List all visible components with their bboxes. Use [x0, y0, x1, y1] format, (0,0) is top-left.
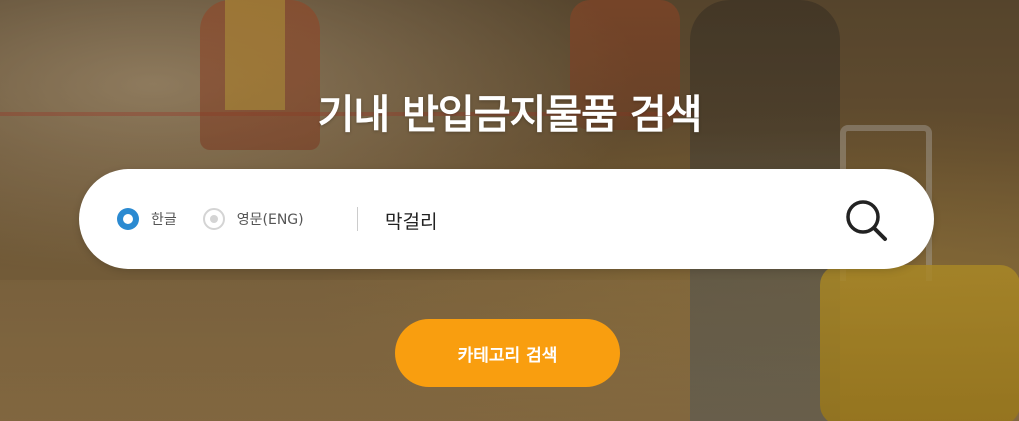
category-search-button[interactable]: 카테고리 검색	[395, 319, 620, 387]
search-input[interactable]	[383, 199, 827, 241]
search-icon[interactable]	[843, 197, 889, 243]
radio-unselected-icon[interactable]	[202, 208, 225, 230]
search-bar: 한글 영문(ENG)	[79, 169, 934, 269]
page-title: 기내 반입금지물품 검색	[317, 92, 703, 138]
language-radio-group: 한글 영문(ENG)	[117, 169, 330, 269]
hero-banner: 기내 반입금지물품 검색 한글 영문(ENG) 카테고리 검색	[0, 0, 1019, 421]
radio-english[interactable]: 영문(ENG)	[202, 208, 304, 230]
radio-label-english: 영문(ENG)	[236, 212, 304, 228]
radio-korean[interactable]: 한글	[117, 208, 177, 230]
radio-selected-icon[interactable]	[117, 208, 139, 230]
divider	[357, 207, 358, 231]
radio-label-korean: 한글	[151, 212, 177, 228]
search-button[interactable]	[843, 197, 889, 243]
